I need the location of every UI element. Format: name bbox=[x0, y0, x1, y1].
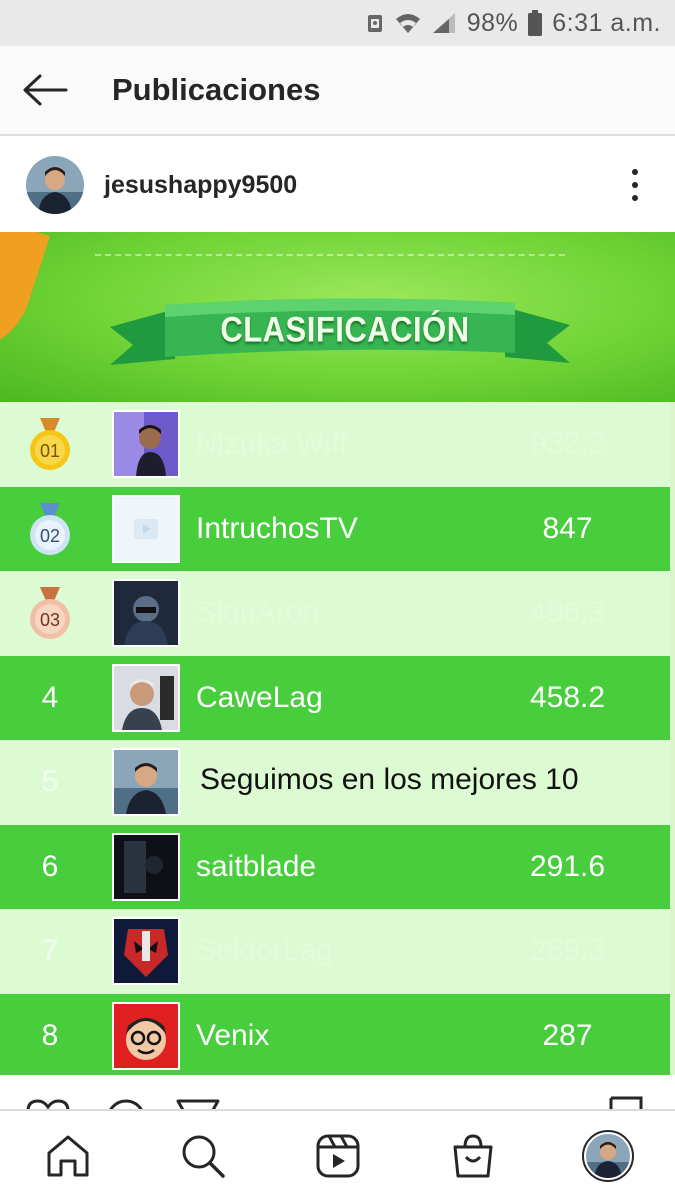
comment-icon[interactable] bbox=[104, 1099, 148, 1109]
notification-icon bbox=[365, 11, 385, 35]
rank-cell: 03 bbox=[0, 571, 100, 655]
player-avatar bbox=[112, 410, 180, 479]
player-avatar bbox=[112, 494, 180, 563]
player-avatar bbox=[112, 832, 180, 901]
page-title: Publicaciones bbox=[112, 72, 321, 107]
player-name: SektorLag bbox=[196, 934, 333, 968]
user-avatar[interactable] bbox=[26, 156, 84, 214]
player-score: 291.6 bbox=[529, 849, 606, 883]
bookmark-icon[interactable] bbox=[608, 1095, 644, 1109]
player-name: Nizuka Wiff bbox=[196, 427, 348, 461]
leaderboard-row: 5 Seguimos en los mejores 10 bbox=[0, 740, 670, 825]
leaderboard-list: 01 Nizuka Wiff 932.2 02 IntruchosTV 847 … bbox=[0, 402, 670, 1075]
home-icon bbox=[47, 1135, 88, 1176]
clock: 6:31 a.m. bbox=[552, 8, 661, 37]
status-bar: 98% 6:31 a.m. bbox=[0, 0, 675, 46]
leaderboard-row: 8 Venix 287 bbox=[0, 993, 670, 1075]
player-name: SionAron bbox=[196, 596, 320, 630]
more-options-button[interactable] bbox=[623, 160, 647, 210]
rank-cell: 4 bbox=[0, 656, 100, 740]
player-avatar bbox=[112, 579, 180, 648]
profile-avatar bbox=[581, 1129, 634, 1182]
player-score: 932.2 bbox=[529, 427, 606, 461]
player-avatar bbox=[112, 1001, 180, 1070]
player-avatar bbox=[112, 748, 180, 817]
post-username[interactable]: jesushappy9500 bbox=[104, 171, 297, 200]
nav-search[interactable] bbox=[158, 1116, 248, 1196]
player-name: saitblade bbox=[196, 849, 317, 883]
rank-cell: 5 bbox=[0, 740, 100, 824]
battery-percent: 98% bbox=[466, 8, 519, 37]
signal-icon bbox=[431, 11, 457, 35]
player-name: CaweLag bbox=[196, 680, 323, 714]
back-button[interactable] bbox=[0, 45, 90, 135]
svg-text:02: 02 bbox=[40, 526, 60, 546]
leaderboard-row: 02 IntruchosTV 847 bbox=[0, 486, 670, 571]
app-header: Publicaciones bbox=[0, 46, 675, 136]
leaderboard-row: 6 saitblade 291.6 bbox=[0, 824, 670, 909]
battery-icon bbox=[528, 10, 543, 36]
share-icon[interactable] bbox=[176, 1099, 220, 1109]
player-name: IntruchosTV bbox=[196, 511, 358, 545]
wifi-icon bbox=[395, 11, 421, 35]
search-icon bbox=[182, 1135, 225, 1178]
rank-cell: 7 bbox=[0, 909, 100, 993]
nav-home[interactable] bbox=[23, 1116, 113, 1196]
shop-icon bbox=[453, 1133, 492, 1177]
leaderboard-title: CLASIFICACIÓN bbox=[220, 309, 470, 350]
player-avatar bbox=[112, 663, 180, 732]
player-name: Venix bbox=[196, 1018, 270, 1052]
nav-profile[interactable] bbox=[563, 1116, 653, 1196]
banner-decoration bbox=[0, 232, 50, 370]
rank-number: 5 bbox=[41, 765, 59, 799]
post-image[interactable]: CLASIFICACIÓN 01 Nizuka Wiff 932.2 02 In… bbox=[0, 232, 675, 1075]
reels-icon bbox=[316, 1134, 359, 1177]
player-score: 496.3 bbox=[529, 596, 606, 630]
bronze-medal-icon: 03 bbox=[30, 587, 70, 640]
vertical-dots-icon bbox=[632, 169, 638, 175]
nav-reels[interactable] bbox=[293, 1116, 383, 1196]
svg-text:03: 03 bbox=[40, 610, 60, 630]
leaderboard-row: 03 SionAron 496.3 bbox=[0, 571, 670, 656]
player-score: 287 bbox=[542, 1018, 593, 1052]
banner-divider bbox=[95, 254, 565, 256]
svg-text:01: 01 bbox=[40, 441, 60, 461]
post-actions bbox=[0, 1075, 675, 1109]
rank-cell: 02 bbox=[0, 487, 100, 571]
rank-number: 4 bbox=[41, 680, 59, 714]
rank-cell: 01 bbox=[0, 402, 100, 486]
heart-icon[interactable] bbox=[24, 1099, 72, 1109]
player-avatar bbox=[112, 917, 180, 986]
gold-medal-icon: 01 bbox=[30, 418, 70, 471]
rank-number: 7 bbox=[41, 934, 59, 968]
leaderboard-row: 7 SektorLag 289.3 bbox=[0, 909, 670, 994]
silver-medal-icon: 02 bbox=[30, 502, 70, 555]
player-score: 289.3 bbox=[529, 934, 606, 968]
leaderboard-row: 01 Nizuka Wiff 932.2 bbox=[0, 402, 670, 487]
post-header: jesushappy9500 bbox=[0, 138, 675, 232]
leaderboard-banner: CLASIFICACIÓN bbox=[0, 232, 675, 402]
rank-number: 8 bbox=[41, 1018, 59, 1052]
arrow-left-icon bbox=[23, 74, 68, 106]
nav-shop[interactable] bbox=[428, 1116, 518, 1196]
rank-cell: 8 bbox=[0, 994, 100, 1075]
rank-cell: 6 bbox=[0, 825, 100, 909]
player-score: 847 bbox=[542, 511, 593, 545]
overlay-caption: Seguimos en los mejores 10 bbox=[200, 763, 579, 796]
leaderboard-row: 4 CaweLag 458.2 bbox=[0, 655, 670, 740]
bottom-navigation bbox=[0, 1109, 675, 1200]
rank-number: 6 bbox=[41, 849, 59, 883]
player-score: 458.2 bbox=[529, 680, 606, 714]
